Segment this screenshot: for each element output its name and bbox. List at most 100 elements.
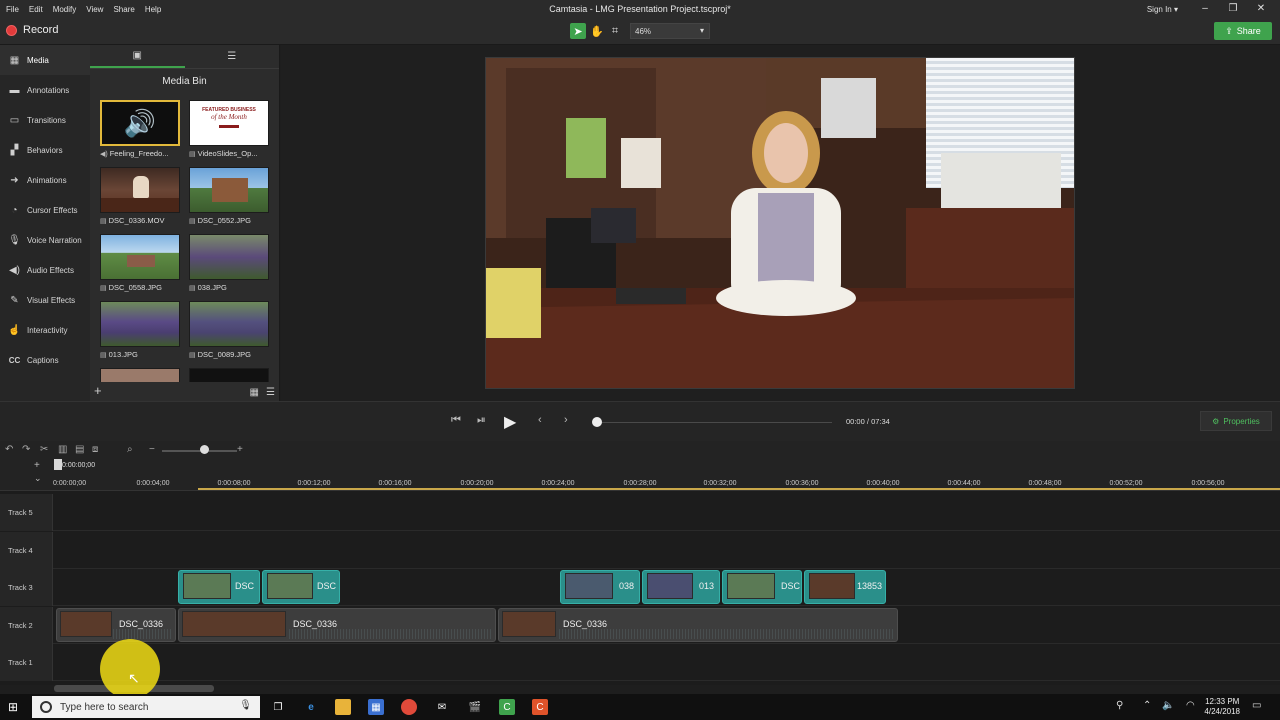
redo-icon[interactable]: ↷ — [22, 444, 30, 455]
sidebar-item-visual-effects[interactable]: ✎ Visual Effects — [0, 285, 90, 315]
media-item[interactable]: FEATURED BUSINESS of the Month ▤ VideoSli… — [189, 100, 271, 164]
split-icon[interactable]: ⧈ — [92, 444, 98, 455]
hand-tool-icon[interactable]: ✋ — [589, 23, 605, 39]
timeline-clip[interactable]: DSC_0336 — [56, 608, 176, 642]
zoom-out-icon[interactable]: − — [149, 444, 155, 455]
sidebar-item-behaviors[interactable]: ▞ Behaviors — [0, 135, 90, 165]
camtasia-recorder-icon[interactable]: C — [532, 699, 548, 715]
timeline-selection-bar[interactable] — [198, 488, 1280, 490]
next-icon[interactable]: › — [564, 414, 568, 426]
track-row[interactable]: Track 2 DSC_0336 DSC_0336 DSC_0336 — [0, 607, 1280, 644]
movie-maker-icon[interactable]: 🎬 — [467, 699, 483, 715]
timeline-clip[interactable]: DSC — [262, 570, 340, 604]
media-item[interactable]: ▤ DSC_0336.MOV — [100, 167, 182, 231]
timeline-zoom-handle[interactable] — [200, 445, 209, 454]
media-item[interactable] — [189, 368, 271, 382]
media-item[interactable]: 🔊 ◀) Feeling_Freedo... — [100, 100, 182, 164]
taskbar-clock[interactable]: 12:33 PM 4/24/2018 — [1204, 697, 1240, 717]
chrome-icon[interactable] — [401, 699, 417, 715]
menu-view[interactable]: View — [86, 5, 103, 14]
media-item[interactable]: ▤ DSC_0089.JPG — [189, 301, 271, 365]
media-item[interactable]: ▤ DSC_0552.JPG — [189, 167, 271, 231]
sidebar-item-label: Visual Effects — [27, 295, 76, 305]
tab-media-bin[interactable]: ▣ — [90, 45, 185, 68]
menu-file[interactable]: File — [6, 5, 19, 14]
previous-icon[interactable]: ‹ — [538, 414, 542, 426]
timeline-clip[interactable]: 013 — [642, 570, 720, 604]
camtasia-icon[interactable]: C — [499, 699, 515, 715]
grid-view-icon[interactable]: ▦ — [250, 387, 259, 398]
track-row[interactable]: Track 1 — [0, 644, 1280, 681]
step-back-icon[interactable]: ⏮ — [451, 414, 461, 427]
video-preview[interactable] — [485, 57, 1075, 389]
playhead[interactable] — [54, 459, 62, 470]
windows-start-icon[interactable]: ⊞ — [8, 700, 18, 714]
sidebar-item-interactivity[interactable]: ☝ Interactivity — [0, 315, 90, 345]
task-view-icon[interactable]: ❐ — [270, 699, 286, 715]
undo-icon[interactable]: ↶ — [5, 444, 13, 455]
volume-icon[interactable]: 🔈 — [1162, 700, 1174, 711]
media-item[interactable]: ▤ 013.JPG — [100, 301, 182, 365]
microphone-icon[interactable]: 🎙 — [239, 700, 252, 711]
media-item[interactable] — [100, 368, 182, 382]
mail-icon[interactable]: ✉ — [434, 699, 450, 715]
timeline-clip[interactable]: 13853 — [804, 570, 886, 604]
network-icon[interactable]: ◠ — [1186, 700, 1195, 711]
timeline-clip[interactable]: DSC_0336 — [178, 608, 496, 642]
crop-tool-icon[interactable]: ⌗ — [607, 23, 623, 39]
cut-icon[interactable]: ✂ — [40, 444, 48, 455]
sidebar-item-transitions[interactable]: ▭ Transitions — [0, 105, 90, 135]
notifications-icon[interactable]: ▭ — [1252, 700, 1261, 711]
sidebar-item-cursor-effects[interactable]: ◔ Cursor Effects — [0, 195, 90, 225]
timeline-ruler[interactable]: + ⌄ 0:00:00;00 0:00:00;00 0:00:04;00 0:0… — [0, 459, 1280, 491]
collapse-tracks-icon[interactable]: ⌄ — [34, 473, 42, 484]
close-icon[interactable]: ✕ — [1254, 3, 1268, 14]
add-track-icon[interactable]: + — [34, 460, 40, 471]
copy-icon[interactable]: ▥ — [58, 444, 67, 455]
zoom-icon[interactable]: ⌕ — [127, 444, 133, 455]
sidebar-item-captions[interactable]: CC Captions — [0, 345, 90, 375]
tab-library[interactable]: ☰ — [185, 45, 280, 68]
sidebar-item-annotations[interactable]: ▬ Annotations — [0, 75, 90, 105]
tray-chevron-icon[interactable]: ⌃ — [1143, 700, 1151, 711]
edge-icon[interactable]: e — [303, 699, 319, 715]
add-media-icon[interactable]: + — [94, 383, 102, 398]
track-row[interactable]: Track 5 — [0, 494, 1280, 531]
sidebar-item-label: Media — [27, 55, 49, 65]
list-view-icon[interactable]: ☰ — [266, 387, 275, 398]
sidebar-item-animations[interactable]: ➜ Animations — [0, 165, 90, 195]
share-button[interactable]: ⇪ Share — [1214, 22, 1272, 40]
media-item[interactable]: ▤ 038.JPG — [189, 234, 271, 298]
sidebar-item-audio-effects[interactable]: ◀) Audio Effects — [0, 255, 90, 285]
properties-button[interactable]: ⚙ Properties — [1200, 411, 1272, 431]
menu-share[interactable]: Share — [113, 5, 134, 14]
sidebar-item-voice-narration[interactable]: 🎙 Voice Narration — [0, 225, 90, 255]
menu-edit[interactable]: Edit — [29, 5, 43, 14]
sidebar-item-media[interactable]: ▦ Media — [0, 45, 90, 75]
sign-in-button[interactable]: Sign In ▾ — [1147, 5, 1178, 14]
scrub-track[interactable] — [597, 422, 832, 423]
track-row[interactable]: Track 4 — [0, 532, 1280, 569]
timeline-clip[interactable]: 038 — [560, 570, 640, 604]
record-button[interactable]: Record — [6, 24, 58, 36]
media-item[interactable]: ▤ DSC_0558.JPG — [100, 234, 182, 298]
paste-icon[interactable]: ▤ — [75, 444, 84, 455]
timeline-clip[interactable]: DSC_0336 — [498, 608, 898, 642]
store-icon[interactable]: ▦ — [368, 699, 384, 715]
timeline-clip[interactable]: DSC — [178, 570, 260, 604]
scrub-handle[interactable] — [592, 417, 602, 427]
step-frame-icon[interactable]: ⏯ — [477, 414, 486, 427]
play-icon[interactable]: ▶ — [504, 412, 516, 432]
minimize-icon[interactable]: – — [1198, 3, 1212, 14]
canvas-zoom-select[interactable]: 46% ▾ — [630, 23, 710, 39]
track-row[interactable]: Track 3 DSC DSC 038 013 DSC 13853 — [0, 569, 1280, 606]
menu-help[interactable]: Help — [145, 5, 161, 14]
timeline-clip[interactable]: DSC — [722, 570, 802, 604]
file-explorer-icon[interactable] — [335, 699, 351, 715]
menu-modify[interactable]: Modify — [53, 5, 77, 14]
taskbar-search-box[interactable]: Type here to search 🎙 — [32, 696, 260, 718]
zoom-in-icon[interactable]: + — [237, 444, 243, 455]
select-tool-icon[interactable]: ➤ — [570, 23, 586, 39]
people-icon[interactable]: ⚲ — [1116, 700, 1123, 711]
restore-icon[interactable]: ❐ — [1226, 3, 1240, 14]
